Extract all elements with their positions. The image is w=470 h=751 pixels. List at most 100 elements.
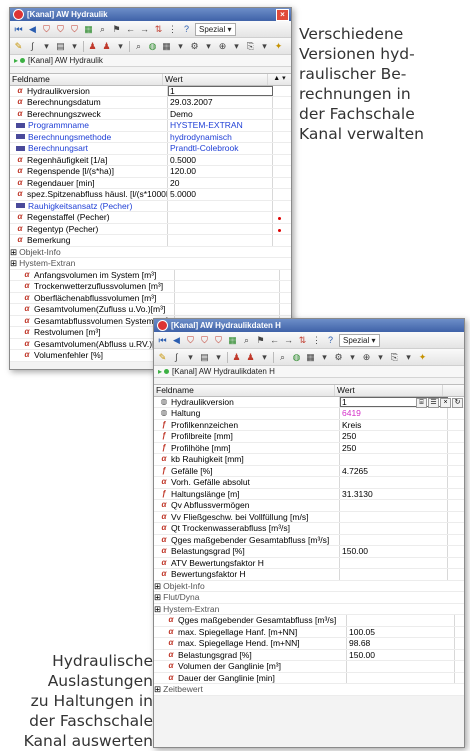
field-value[interactable] <box>175 292 280 303</box>
table-row[interactable]: ƒ Haltungslänge [m] 31.3130 <box>154 488 464 500</box>
search-icon[interactable]: ⌕ <box>133 41 144 52</box>
group-row[interactable]: ⊞ Hystem-Extran <box>10 258 291 270</box>
window-titlebar[interactable]: [Kanal] AW Hydraulikdaten H <box>154 319 464 332</box>
filter-remove-icon[interactable]: ⛉ <box>69 24 80 35</box>
users-icon[interactable]: ♟ <box>231 352 242 363</box>
expand-icon[interactable]: ⊞ <box>10 258 17 269</box>
sort-icon[interactable]: ⇅ <box>153 24 164 35</box>
field-value[interactable] <box>340 523 448 534</box>
chevron-down-icon[interactable]: ▾ <box>403 352 414 363</box>
filter-add-icon[interactable]: ⛉ <box>55 24 66 35</box>
filter-remove-icon[interactable]: ⛉ <box>213 335 224 346</box>
window-titlebar[interactable]: [Kanal] AW Hydraulik × <box>10 8 291 21</box>
binoculars-icon[interactable]: ⌕ <box>97 24 108 35</box>
group-row[interactable]: ⊞ Hystem-Extran <box>154 604 464 615</box>
edit-pencil-icon[interactable]: ✎ <box>157 352 168 363</box>
field-value[interactable] <box>347 615 455 626</box>
chevron-down-icon[interactable]: ▾ <box>213 352 224 363</box>
table-row[interactable]: α Belastungsgrad [%] 150.00 <box>154 546 464 558</box>
help-icon[interactable]: ? <box>325 335 336 346</box>
group-row[interactable]: ⊞ Objekt-Info <box>10 247 291 258</box>
edit-pencil-icon[interactable]: ✎ <box>13 41 24 52</box>
first-record-icon[interactable]: ⏮ <box>13 24 24 35</box>
table-row[interactable]: Berechnungsart Prandtl-Colebrook <box>10 143 291 155</box>
column-header-value[interactable]: Wert <box>163 74 268 85</box>
table-icon[interactable]: ▤ <box>199 352 210 363</box>
table-row[interactable]: α Regenspende [l/(s*ha)] 120.00 <box>10 166 291 178</box>
chevron-down-icon[interactable]: ▾ <box>347 352 358 363</box>
formula-icon[interactable]: ∫ <box>171 352 182 363</box>
field-value[interactable]: 6419 <box>340 408 448 419</box>
chevron-down-icon[interactable]: ▾ <box>115 41 126 52</box>
table-row[interactable]: α Regendauer [min] 20 <box>10 177 291 189</box>
group-label[interactable]: Zeitbewert <box>161 684 203 695</box>
filter-icon[interactable]: ⛉ <box>185 335 196 346</box>
field-value[interactable] <box>168 223 273 234</box>
users-icon[interactable]: ♟ <box>87 41 98 52</box>
chart-icon[interactable]: ▦ <box>83 24 94 35</box>
group-label[interactable]: Objekt-Info <box>161 581 205 592</box>
field-value[interactable]: 120.00 <box>168 166 273 177</box>
field-value[interactable]: 100.05 <box>347 626 455 637</box>
table-row[interactable]: Berechnungsmethode hydrodynamisch <box>10 131 291 143</box>
table-row[interactable]: α spez.Spitzenabfluss häusl. [l/(s*1000E)… <box>10 189 291 201</box>
grid-icon[interactable]: ▦ <box>161 41 172 52</box>
chevron-down-icon[interactable]: ▾ <box>231 41 242 52</box>
table-row[interactable]: α Dauer der Ganglinie [min] <box>154 672 464 684</box>
field-value[interactable]: 5.0000 <box>168 189 273 200</box>
field-value[interactable] <box>340 511 448 522</box>
field-value[interactable] <box>168 235 273 246</box>
expand-icon[interactable]: ⊞ <box>154 592 161 603</box>
field-value[interactable]: 31.3130 <box>340 488 448 499</box>
chevron-down-icon[interactable]: ▾ <box>259 41 270 52</box>
table-row[interactable]: α Qv Abflussvermögen <box>154 500 464 512</box>
formula-icon[interactable]: ∫ <box>27 41 38 52</box>
field-value[interactable]: Kreis <box>340 419 448 430</box>
field-value[interactable] <box>175 281 280 292</box>
sort-icon[interactable]: ⇅ <box>297 335 308 346</box>
group-row[interactable]: ⊞ Flut/Dyna <box>154 592 464 604</box>
prev-record-icon[interactable]: ◀ <box>171 335 182 346</box>
special-menu[interactable]: Spezial ▾ <box>339 333 380 347</box>
group-row[interactable]: ⊞ Zeitbewert <box>154 684 464 696</box>
table-row[interactable]: α Bemerkung <box>10 235 291 247</box>
field-value[interactable]: Demo <box>168 108 273 119</box>
field-value[interactable]: 0.5000 <box>168 154 273 165</box>
prev-record-icon[interactable]: ◀ <box>27 24 38 35</box>
globe-icon[interactable]: ◍ <box>291 352 302 363</box>
column-sort-icon[interactable]: ▲ ▾ <box>268 74 291 85</box>
user-icon[interactable]: ♟ <box>245 352 256 363</box>
refresh-icon[interactable]: ↻ <box>452 397 463 408</box>
column-header-fieldname[interactable]: Feldname <box>154 385 335 396</box>
copy-icon[interactable]: ⎘ <box>245 41 256 52</box>
group-row[interactable]: ⊞ Objekt-Info <box>154 581 464 592</box>
expand-icon[interactable]: ⊞ <box>154 581 161 592</box>
table-row[interactable]: α Bewertungsfaktor H <box>154 569 464 581</box>
table-row[interactable]: Rauhigkeitsansatz (Pecher) <box>10 200 291 212</box>
field-value[interactable]: 150.00 <box>340 546 448 557</box>
field-value[interactable] <box>340 477 448 488</box>
chart-icon[interactable]: ▦ <box>227 335 238 346</box>
table-row[interactable]: ƒ Profilkennzeichen Kreis <box>154 419 464 431</box>
table-row[interactable]: α Oberflächenabflussvolumen [m³] <box>10 292 291 304</box>
table-row[interactable]: α Regenhäufigkeit [1/a] 0.5000 <box>10 154 291 166</box>
forward-arrow-icon[interactable]: → <box>139 24 150 35</box>
flag-icon[interactable]: ⚑ <box>111 24 122 35</box>
user-icon[interactable]: ♟ <box>101 41 112 52</box>
table-row[interactable]: ƒ Profilhöhe [mm] 250 <box>154 442 464 454</box>
field-value[interactable] <box>168 212 273 223</box>
zoom-icon[interactable]: ⊕ <box>217 41 228 52</box>
field-value[interactable]: Prandtl-Colebrook <box>168 143 273 154</box>
table-row[interactable]: α Berechnungszweck Demo <box>10 108 291 120</box>
table-row[interactable]: ◍ Hydraulikversion 1 ⌸ ☰ × ↻ <box>154 396 464 408</box>
back-arrow-icon[interactable]: ← <box>269 335 280 346</box>
table-row[interactable]: α Vv Fließgeschw. bei Vollfüllung [m/s] <box>154 511 464 523</box>
field-value[interactable] <box>340 500 448 511</box>
grid-icon[interactable]: ▦ <box>305 352 316 363</box>
table-row[interactable]: α Qges maßgebender Gesamtabfluss [m³/s] <box>154 615 464 627</box>
table-row[interactable]: α max. Spiegellage Hend. [m+NN] 98.68 <box>154 638 464 650</box>
filter-icon[interactable]: ⛉ <box>41 24 52 35</box>
group-label[interactable]: Hystem-Extran <box>161 604 219 615</box>
settings-icon[interactable]: ⚙ <box>189 41 200 52</box>
field-value[interactable] <box>340 557 448 568</box>
